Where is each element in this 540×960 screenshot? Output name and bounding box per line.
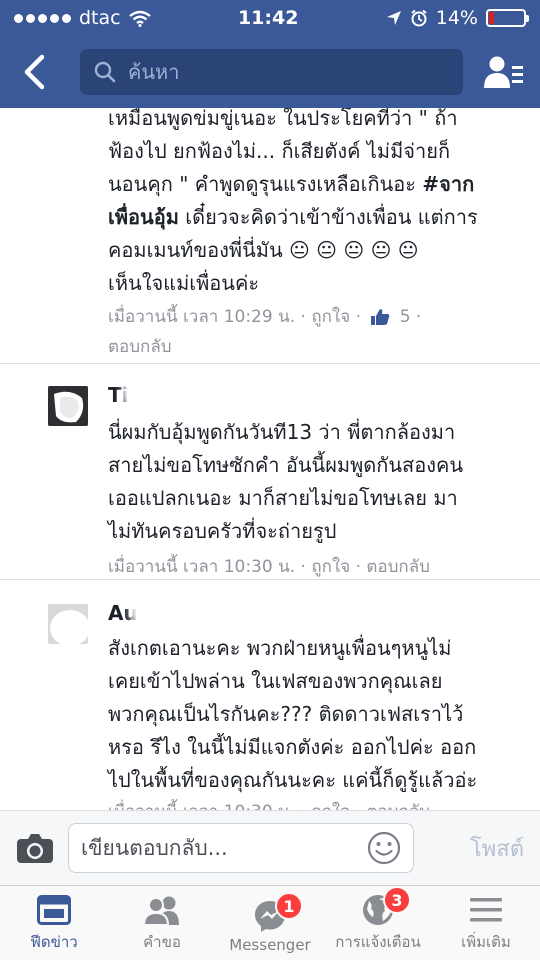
comment-meta: เมื่อวานนี้ เวลา 10:29 น. · ถูกใจ · 5 · <box>108 307 422 327</box>
comment-line: เห็นใจแม่เพื่อนค่ะ <box>108 271 260 295</box>
status-bar: dtac 11:42 14% <box>0 0 540 36</box>
comment-text: สังเกตเอานะคะ พวกฝ่ายหนูเพื่อนๆหนูไม่ เค… <box>108 632 526 797</box>
comment-line: เคยเข้าไปพล่าน ในเฟสของพวกคุณเลย <box>108 669 443 693</box>
person-list-icon <box>484 56 523 88</box>
avatar[interactable] <box>48 604 88 644</box>
comment-text: นี่ผมกับอุ้มพูดกันวันที13 ว่า พี่ตากล้อง… <box>108 416 526 548</box>
comment-item: Au สังเกตเอานะคะ พวกฝ่ายหนูเพื่อนๆหนูไม่… <box>0 580 540 810</box>
comment-line: เพื่อนอุ้ม เดี๋ยวจะคิดว่าเข้าข้างเพื่อน … <box>108 205 478 229</box>
like-count: 5 <box>399 307 411 327</box>
reply-placeholder: เขียนตอบกลับ... <box>81 835 228 860</box>
search-bar[interactable]: ค้นหา <box>80 49 463 95</box>
comment-line: ฟ้องไป ยกฟ้องไม่... ก็เสียตังค์ ไม่มีจ่า… <box>108 139 451 163</box>
comment-line: นี่ผมกับอุ้มพูดกันวันที13 ว่า พี่ตากล้อง… <box>108 420 456 444</box>
commenter-name[interactable]: Au <box>108 598 526 628</box>
tab-label: เพิ่มเติม <box>461 933 511 951</box>
battery-icon <box>485 9 529 27</box>
back-button[interactable] <box>22 50 60 94</box>
comment-meta[interactable]: เมื่อวานนี้ เวลา 10:30 น. · ถูกใจ · ตอบก… <box>108 797 526 810</box>
tab-label: Messenger <box>229 936 311 954</box>
search-icon <box>94 61 116 83</box>
menu-icon <box>470 898 502 922</box>
camera-icon[interactable] <box>16 832 54 864</box>
reply-link[interactable]: ตอบกลับ <box>108 332 526 362</box>
tab-messenger[interactable]: 1 Messenger <box>216 886 324 960</box>
comment-text: เหมือนพูดข่มขู่เนอะ ในประโยคที่ว่า " ถ้า… <box>108 108 526 300</box>
wifi-icon <box>128 10 151 27</box>
tab-label: การแจ้งเตือน <box>335 933 421 951</box>
comment-item: Ti นี่ผมกับอุ้มพูดกันวันที13 ว่า พี่ตากล… <box>0 364 540 580</box>
comment-line: คอมเมนท์ของพี่นี่มัน 😐 😐 😐 😐 😐 <box>108 238 419 262</box>
comment-timestamp[interactable]: เมื่อวานนี้ เวลา 10:29 น. · ถูกใจ · <box>108 307 361 327</box>
tab-bar: ฟีดข่าว คำขอ 1 Messenger 3 การแจ้งเตือน … <box>0 885 540 960</box>
emoji-icon[interactable] <box>367 831 401 865</box>
alarm-icon <box>411 9 427 27</box>
avatar[interactable] <box>48 386 88 426</box>
tab-label: ฟีดข่าว <box>30 933 78 951</box>
signal-icon <box>14 13 71 23</box>
comment-line: หรอ รึไง ในนี้ไม่มีแจกตังค่ะ ออกไปค่ะ ออ… <box>108 735 477 759</box>
news-feed-icon <box>37 895 71 925</box>
commenter-name[interactable]: Ti <box>108 380 526 410</box>
comment-line: นอนคุก " คำพูดดูรุนแรงเหลือเกินอะ #จาก <box>108 172 475 196</box>
friends-list-button[interactable] <box>482 50 526 94</box>
comment-line: ไปในพื้นที่ของคุณกันนะคะ แค่นี้ก็ดูรู้แล… <box>108 768 478 792</box>
tab-notifications[interactable]: 3 การแจ้งเตือน <box>324 886 432 960</box>
comment-item: เหมือนพูดข่มขู่เนอะ ในประโยคที่ว่า " ถ้า… <box>0 108 540 364</box>
app-frame: dtac 11:42 14% ค้นหา เหมือนพูดข่มขู่เนอะ… <box>0 0 540 960</box>
hashtag-link[interactable]: #จาก <box>422 172 474 196</box>
reply-composer: เขียนตอบกลับ... โพสต์ <box>0 810 540 885</box>
search-placeholder: ค้นหา <box>128 60 180 84</box>
friend-requests-icon <box>143 896 179 925</box>
battery-level <box>488 12 494 24</box>
location-arrow-icon <box>386 11 401 25</box>
comments-list: เหมือนพูดข่มขู่เนอะ ในประโยคที่ว่า " ถ้า… <box>0 108 540 810</box>
back-chevron-icon <box>24 54 45 90</box>
comment-meta[interactable]: เมื่อวานนี้ เวลา 10:30 น. · ถูกใจ · ตอบก… <box>108 552 526 582</box>
carrier-label: dtac <box>79 7 121 29</box>
notifications-badge: 3 <box>383 886 411 914</box>
comment-line: เออแปลกเนอะ มาก็สายไม่ขอโทษเลย มา <box>108 486 458 510</box>
comment-line: สังเกตเอานะคะ พวกฝ่ายหนูเพื่อนๆหนูไม่ <box>108 636 452 660</box>
comment-line: ไม่ทันครอบครัวที่จะถ่ายรูป <box>108 519 337 543</box>
clock: 11:42 <box>237 7 299 29</box>
post-button[interactable]: โพสต์ <box>470 831 524 866</box>
redaction <box>136 598 354 624</box>
tab-more[interactable]: เพิ่มเติม <box>432 886 540 960</box>
comment-line: สายไม่ขอโทษซักคำ อันนี้ผมพูดกันสองคน <box>108 453 464 477</box>
header: dtac 11:42 14% ค้นหา <box>0 0 540 108</box>
like-thumb-icon <box>371 309 390 325</box>
tab-label: คำขอ <box>143 933 181 951</box>
comment-line: เหมือนพูดข่มขู่เนอะ ในประโยคที่ว่า " ถ้า <box>108 108 458 130</box>
comment-line: พวกคุณเป็นไรกันคะ??? ติดดาวเฟสเราไว้ <box>108 702 464 726</box>
reply-input[interactable]: เขียนตอบกลับ... <box>68 823 414 873</box>
messenger-badge: 1 <box>275 892 303 920</box>
tab-friend-requests[interactable]: คำขอ <box>108 886 216 960</box>
nav-bar: ค้นหา <box>0 36 540 108</box>
redaction <box>128 380 360 406</box>
tab-news-feed[interactable]: ฟีดข่าว <box>0 886 108 960</box>
battery-percent: 14% <box>435 7 478 29</box>
